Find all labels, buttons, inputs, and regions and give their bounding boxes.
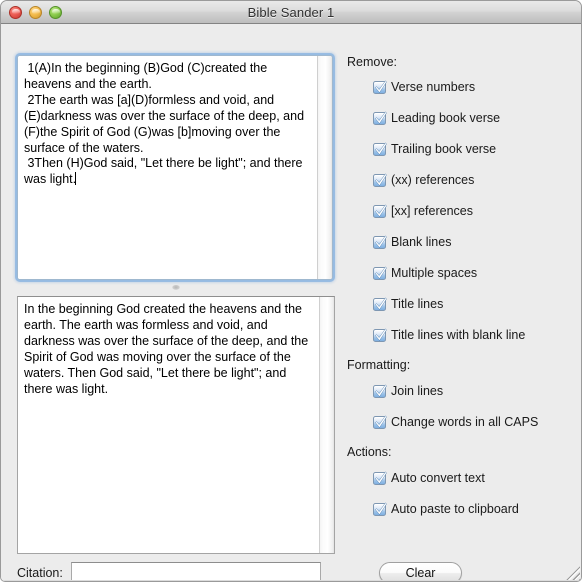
window-content: 1(A)In the beginning (B)God (C)created t… [1, 24, 581, 581]
resize-grip-icon[interactable] [565, 566, 580, 581]
output-text-content[interactable]: In the beginning God created the heavens… [18, 297, 319, 553]
checkmark-icon [375, 110, 387, 125]
checkmark-icon [375, 501, 387, 516]
citation-row: Citation: [17, 562, 321, 581]
checkbox-row-change-caps[interactable]: Change words in all CAPS [373, 413, 577, 431]
checkmark-icon [375, 234, 387, 249]
checkbox-icon-bracket-references[interactable] [373, 203, 387, 218]
checkbox-icon-blank-lines[interactable] [373, 234, 387, 249]
checkmark-icon [375, 414, 387, 429]
output-scrollbar-vertical[interactable] [319, 297, 334, 553]
checkbox-icon-auto-convert-text[interactable] [373, 470, 387, 485]
text-caret [75, 172, 77, 186]
checkmark-icon [375, 141, 387, 156]
checkbox-icon-paren-references[interactable] [373, 172, 387, 187]
checkbox-label: Join lines [391, 384, 444, 398]
zoom-button[interactable] [49, 6, 62, 19]
checkmark-icon [375, 327, 387, 342]
checkmark-icon [375, 172, 387, 187]
checkbox-label: Blank lines [391, 235, 452, 249]
checkbox-row-auto-paste-clipboard[interactable]: Auto paste to clipboard [373, 500, 577, 518]
checkbox-label: Title lines with blank line [391, 328, 526, 342]
input-text-area[interactable]: 1(A)In the beginning (B)God (C)created t… [17, 55, 333, 280]
remove-group-label: Remove: [347, 55, 398, 69]
options-panel: Remove: Verse numbers Leading book verse [345, 55, 577, 518]
checkbox-label: Leading book verse [391, 111, 501, 125]
checkbox-icon-title-lines[interactable] [373, 296, 387, 311]
title-bar[interactable]: Bible Sander 1 [1, 1, 581, 24]
checkbox-label: Auto convert text [391, 471, 485, 485]
checkmark-icon [375, 296, 387, 311]
checkbox-label: Auto paste to clipboard [391, 502, 519, 516]
checkbox-label: Multiple spaces [391, 266, 478, 280]
checkbox-icon-join-lines[interactable] [373, 383, 387, 398]
checkbox-label: Title lines [391, 297, 444, 311]
checkbox-row-multiple-spaces[interactable]: Multiple spaces [373, 264, 577, 282]
input-text-value: 1(A)In the beginning (B)God (C)created t… [24, 61, 305, 187]
checkbox-row-verse-numbers[interactable]: Verse numbers [373, 78, 577, 96]
application-window: Bible Sander 1 1(A)In the beginning (B)G… [0, 0, 582, 582]
checkbox-icon-trailing-book-verse[interactable] [373, 141, 387, 156]
close-button[interactable] [9, 6, 22, 19]
checkbox-label: Trailing book verse [391, 142, 497, 156]
checkbox-icon-verse-numbers[interactable] [373, 79, 387, 94]
checkbox-row-leading-book-verse[interactable]: Leading book verse [373, 109, 577, 127]
actions-group-label: Actions: [347, 445, 392, 459]
checkbox-row-trailing-book-verse[interactable]: Trailing book verse [373, 140, 577, 158]
checkbox-label: Change words in all CAPS [391, 415, 539, 429]
checkbox-label: Verse numbers [391, 80, 476, 94]
checkmark-icon [375, 203, 387, 218]
checkbox-icon-auto-paste-clipboard[interactable] [373, 501, 387, 516]
citation-label: Citation: [17, 565, 63, 580]
formatting-group-label: Formatting: [347, 358, 411, 372]
citation-input[interactable] [70, 562, 321, 581]
checkbox-icon-title-lines-blank[interactable] [373, 327, 387, 342]
checkmark-icon [375, 79, 387, 94]
output-text-area[interactable]: In the beginning God created the heavens… [17, 296, 335, 554]
checkbox-row-paren-references[interactable]: (xx) references [373, 171, 577, 189]
checkbox-label: [xx] references [391, 204, 473, 218]
checkbox-icon-change-caps[interactable] [373, 414, 387, 429]
checkbox-row-title-lines[interactable]: Title lines [373, 295, 577, 313]
input-text-content[interactable]: 1(A)In the beginning (B)God (C)created t… [18, 56, 317, 279]
checkbox-row-join-lines[interactable]: Join lines [373, 382, 577, 400]
checkmark-icon [375, 265, 387, 280]
minimize-button[interactable] [29, 6, 42, 19]
checkmark-icon [375, 383, 387, 398]
checkbox-row-bracket-references[interactable]: [xx] references [373, 202, 577, 220]
checkmark-icon [375, 470, 387, 485]
clear-button[interactable]: Clear [379, 562, 462, 581]
checkbox-row-auto-convert-text[interactable]: Auto convert text [373, 469, 577, 487]
checkbox-row-title-lines-blank[interactable]: Title lines with blank line [373, 326, 577, 344]
splitter-handle[interactable] [17, 282, 335, 294]
splitter-dimple-icon [172, 285, 180, 290]
checkbox-icon-multiple-spaces[interactable] [373, 265, 387, 280]
checkbox-row-blank-lines[interactable]: Blank lines [373, 233, 577, 251]
input-scrollbar-vertical[interactable] [317, 56, 332, 279]
checkbox-label: (xx) references [391, 173, 475, 187]
checkbox-icon-leading-book-verse[interactable] [373, 110, 387, 125]
window-title: Bible Sander 1 [247, 4, 335, 20]
window-controls [9, 6, 62, 19]
